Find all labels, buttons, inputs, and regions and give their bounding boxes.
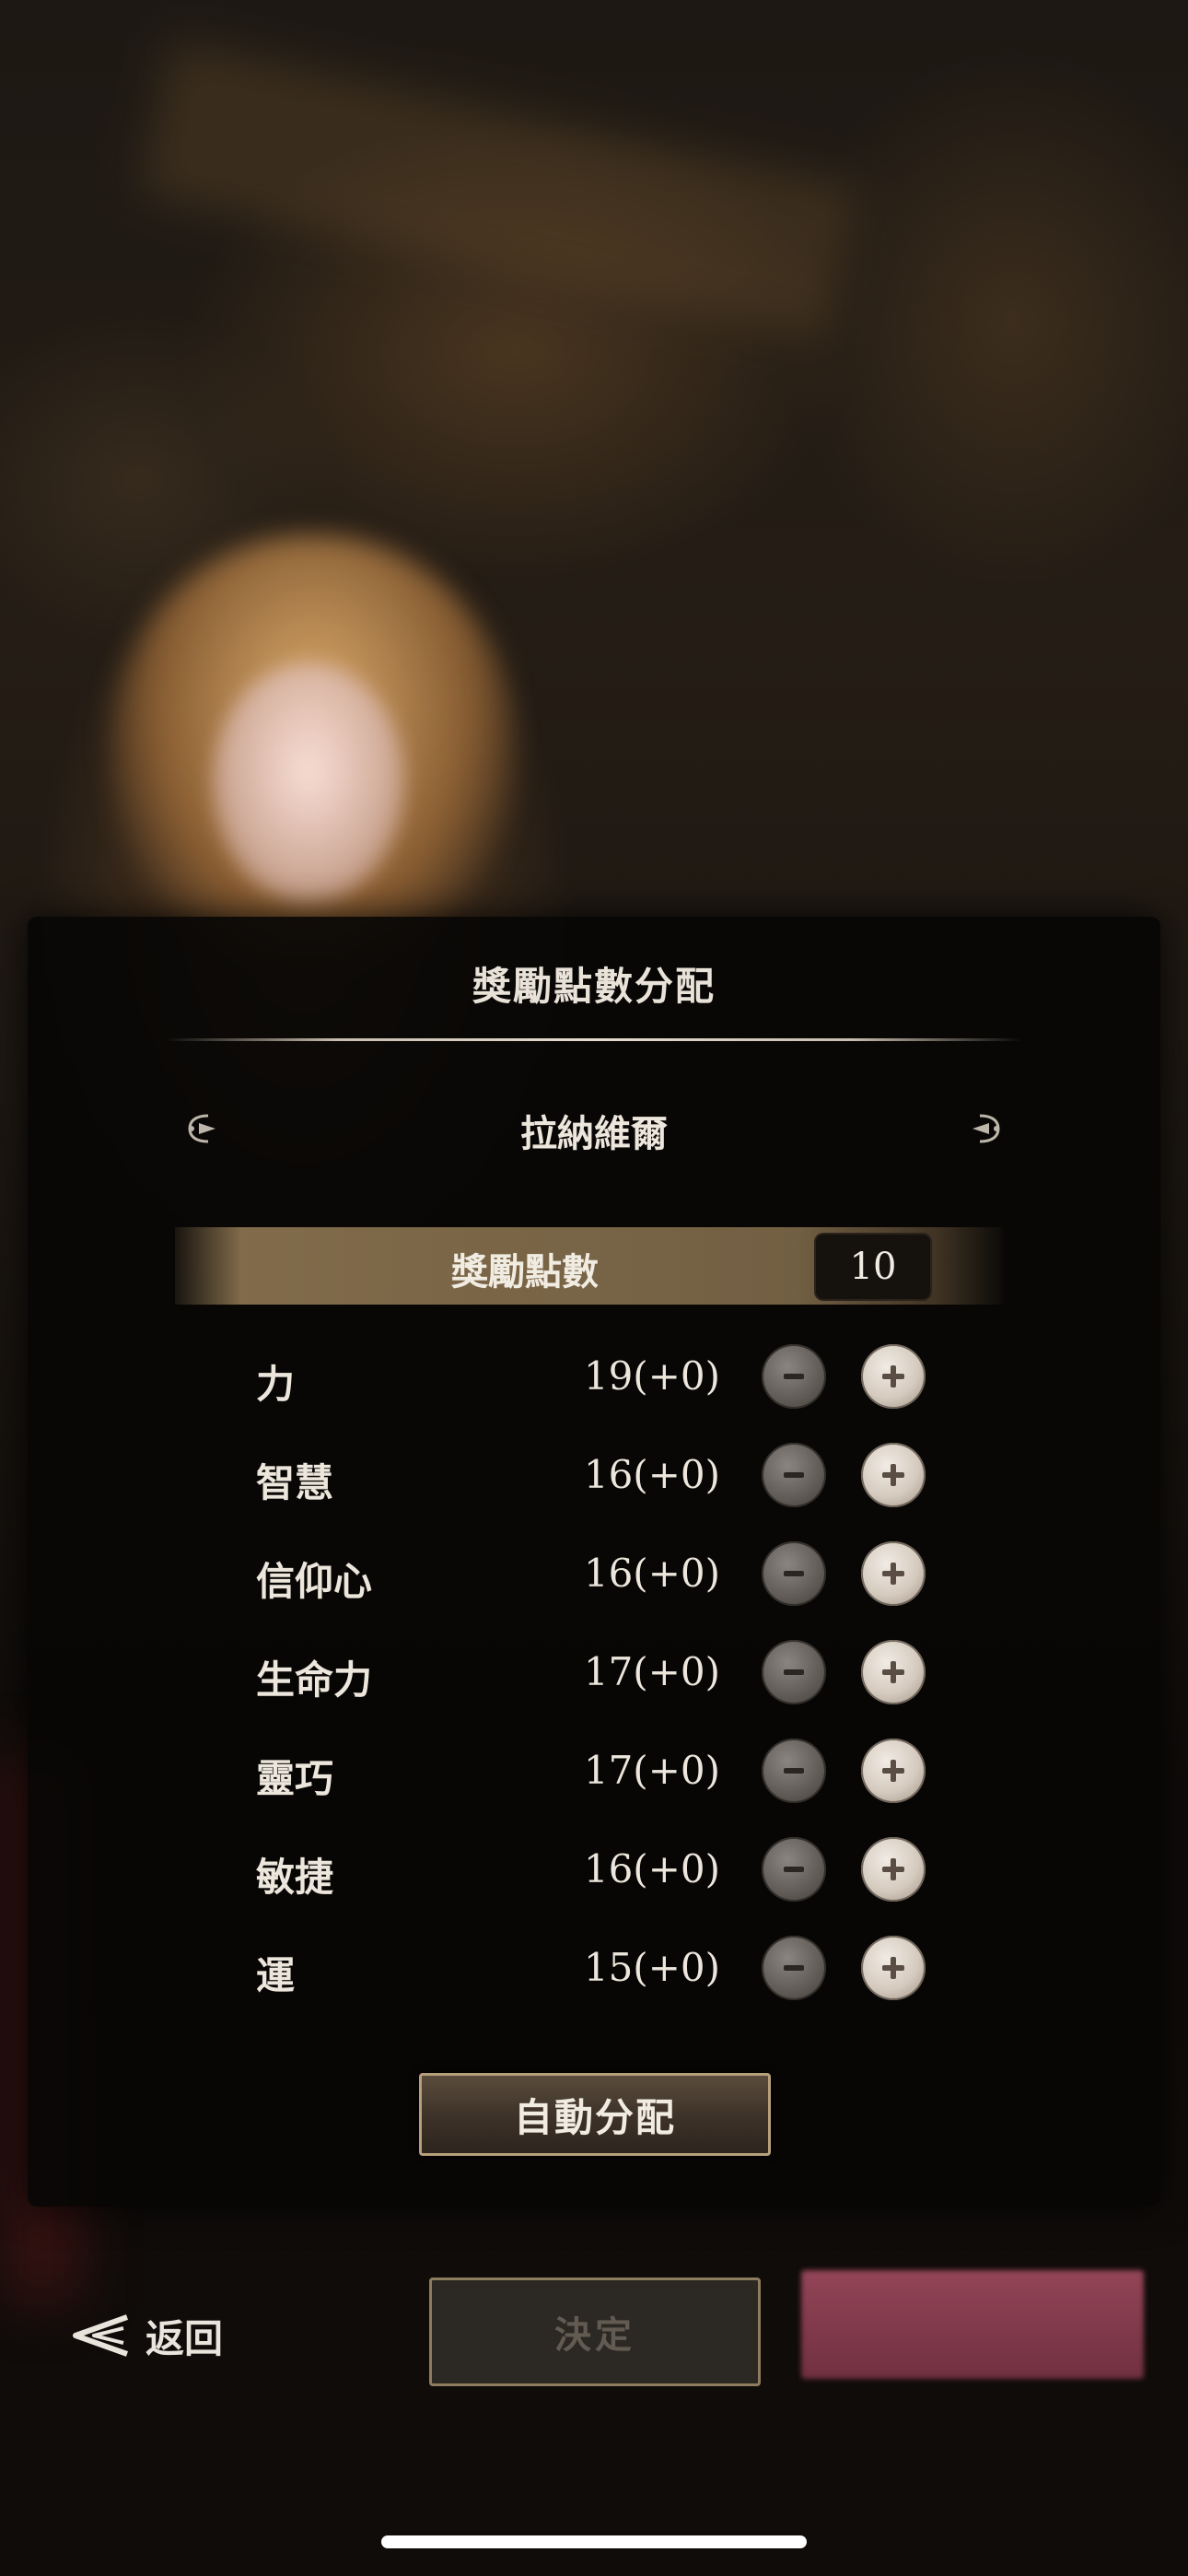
increase-vitality-button[interactable]	[861, 1640, 926, 1704]
minus-icon	[784, 1472, 804, 1478]
dialog-title: 獎勵點數分配	[472, 964, 716, 1009]
plus-icon	[882, 1365, 904, 1388]
arrow-right-icon	[973, 1114, 1000, 1143]
bonus-points-bar: 獎勵點數 10	[175, 1227, 1004, 1305]
back-button[interactable]: 返回	[70, 2301, 254, 2370]
increase-intelligence-button[interactable]	[861, 1443, 926, 1507]
stat-row-vitality: 生命力 17(+0)	[28, 1634, 1160, 1708]
stat-row-agility: 敏捷 16(+0)	[28, 1832, 1160, 1905]
bonus-points-value: 10	[814, 1233, 932, 1301]
minus-icon	[784, 1768, 804, 1774]
decrease-faith-button[interactable]	[762, 1541, 826, 1606]
increase-faith-button[interactable]	[861, 1541, 926, 1606]
background-character-face	[212, 663, 405, 903]
plus-icon	[882, 1563, 904, 1585]
stat-value: 17(+0)	[583, 1748, 720, 1793]
title-divider	[166, 1038, 1022, 1041]
stat-value: 16(+0)	[583, 1452, 720, 1497]
stat-row-intelligence: 智慧 16(+0)	[28, 1437, 1160, 1511]
stat-name: 靈巧	[256, 1756, 334, 1801]
increase-luck-button[interactable]	[861, 1936, 926, 2000]
stat-row-faith: 信仰心 16(+0)	[28, 1536, 1160, 1610]
stat-row-luck: 運 15(+0)	[28, 1930, 1160, 2004]
increase-agility-button[interactable]	[861, 1837, 926, 1902]
decrease-vitality-button[interactable]	[762, 1640, 826, 1704]
stat-value: 17(+0)	[583, 1649, 720, 1694]
home-indicator[interactable]	[381, 2535, 807, 2548]
decrease-agility-button[interactable]	[762, 1837, 826, 1902]
minus-icon	[784, 1867, 804, 1872]
decrease-luck-button[interactable]	[762, 1936, 826, 2000]
minus-icon	[784, 1571, 804, 1576]
stat-name: 力	[256, 1362, 296, 1407]
back-arrow-icon	[73, 2314, 129, 2357]
auto-assign-label: 自動分配	[513, 2094, 676, 2140]
stat-name: 敏捷	[256, 1855, 334, 1900]
pink-action-button[interactable]	[801, 2270, 1144, 2379]
stat-value: 15(+0)	[583, 1945, 720, 1990]
plus-icon	[882, 1464, 904, 1486]
character-selector: 拉納維爾	[28, 1096, 1160, 1161]
minus-icon	[784, 1669, 804, 1675]
stat-name: 智慧	[256, 1460, 334, 1505]
stat-row-dexterity: 靈巧 17(+0)	[28, 1733, 1160, 1807]
decrease-intelligence-button[interactable]	[762, 1443, 826, 1507]
plus-icon	[882, 1661, 904, 1683]
plus-icon	[882, 1858, 904, 1880]
decrease-dexterity-button[interactable]	[762, 1739, 826, 1803]
bonus-points-dialog: 獎勵點數分配 拉納維爾 獎勵點數 10 力 19(+0) 智慧 16(+0) 信…	[28, 917, 1160, 2207]
increase-dexterity-button[interactable]	[861, 1739, 926, 1803]
minus-icon	[784, 1965, 804, 1971]
stat-row-strength: 力 19(+0)	[28, 1339, 1160, 1412]
stat-value: 16(+0)	[583, 1551, 720, 1596]
plus-icon	[882, 1760, 904, 1782]
auto-assign-button[interactable]: 自動分配	[419, 2073, 771, 2156]
next-character-button[interactable]	[958, 1101, 1013, 1156]
back-label: 返回	[146, 2315, 224, 2361]
stat-name: 生命力	[256, 1657, 373, 1703]
confirm-label: 決定	[554, 2313, 635, 2357]
stat-value: 16(+0)	[583, 1846, 720, 1891]
confirm-button[interactable]: 決定	[429, 2277, 761, 2386]
game-screen: 獎勵點數分配 拉納維爾 獎勵點數 10 力 19(+0) 智慧 16(+0) 信…	[0, 0, 1188, 2576]
bonus-points-label: 獎勵點數	[451, 1250, 599, 1294]
background-beam	[138, 39, 856, 339]
increase-strength-button[interactable]	[861, 1344, 926, 1409]
stat-name: 運	[256, 1953, 296, 1998]
plus-icon	[882, 1957, 904, 1979]
stat-value: 19(+0)	[583, 1353, 720, 1399]
stat-name: 信仰心	[256, 1559, 373, 1604]
minus-icon	[784, 1374, 804, 1379]
decrease-strength-button[interactable]	[762, 1344, 826, 1409]
